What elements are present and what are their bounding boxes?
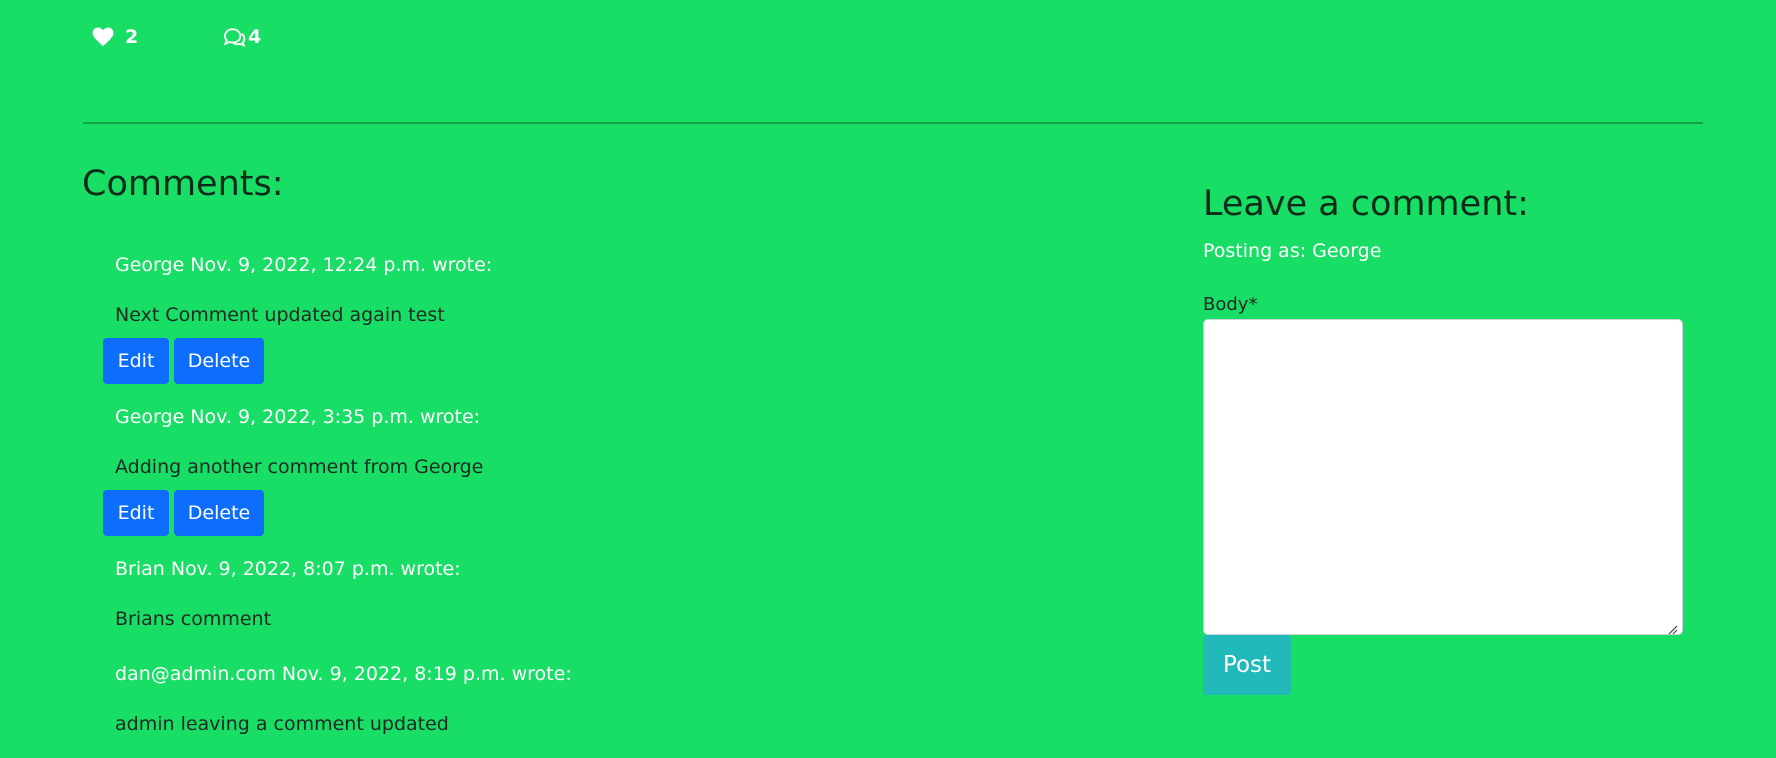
comment-meta: Brian Nov. 9, 2022, 8:07 p.m. wrote: — [115, 558, 461, 580]
comment-actions: Edit Delete — [103, 338, 1103, 384]
comment-actions: Edit Delete — [103, 490, 1103, 536]
comment-form: Leave a comment: Posting as: George Body… — [1203, 184, 1683, 695]
comment-item: George Nov. 9, 2022, 3:35 p.m. wrote: Ad… — [103, 402, 1103, 554]
edit-comment-button[interactable]: Edit — [103, 490, 169, 536]
comment-counter: 4 — [222, 26, 261, 48]
delete-comment-button[interactable]: Delete — [174, 338, 264, 384]
comment-item: Brian Nov. 9, 2022, 8:07 p.m. wrote: Bri… — [103, 554, 1103, 659]
body-field-label: Body* — [1203, 294, 1258, 315]
comment-body: Next Comment updated again test — [115, 304, 445, 326]
heart-icon[interactable] — [92, 27, 114, 47]
body-field-wrapper — [1203, 319, 1683, 635]
post-stats: 2 4 — [92, 26, 261, 48]
form-heading: Leave a comment: — [1203, 184, 1529, 224]
comment-item: George Nov. 9, 2022, 12:24 p.m. wrote: N… — [103, 250, 1103, 402]
edit-comment-button[interactable]: Edit — [103, 338, 169, 384]
comment-body: admin leaving a comment updated — [115, 713, 449, 735]
comment-body: Brians comment — [115, 608, 272, 630]
chat-bubbles-icon — [222, 27, 246, 47]
comment-meta: dan@admin.com Nov. 9, 2022, 8:19 p.m. wr… — [115, 663, 572, 685]
comment-meta: George Nov. 9, 2022, 12:24 p.m. wrote: — [115, 254, 493, 276]
body-textarea[interactable] — [1203, 319, 1683, 635]
comment-body: Adding another comment from George — [115, 456, 484, 478]
delete-comment-button[interactable]: Delete — [174, 490, 264, 536]
like-counter[interactable]: 2 — [92, 26, 222, 48]
post-button[interactable]: Post — [1203, 635, 1291, 695]
comment-count: 4 — [248, 26, 262, 48]
posting-as-label: Posting as: George — [1203, 240, 1382, 262]
comment-list: George Nov. 9, 2022, 12:24 p.m. wrote: N… — [103, 250, 1103, 739]
comments-heading: Comments: — [82, 164, 284, 204]
like-count: 2 — [125, 26, 139, 48]
resize-grip-icon[interactable] — [1668, 620, 1678, 635]
comment-meta: George Nov. 9, 2022, 3:35 p.m. wrote: — [115, 406, 481, 428]
comment-item: dan@admin.com Nov. 9, 2022, 8:19 p.m. wr… — [103, 659, 1103, 739]
section-divider — [83, 122, 1703, 124]
